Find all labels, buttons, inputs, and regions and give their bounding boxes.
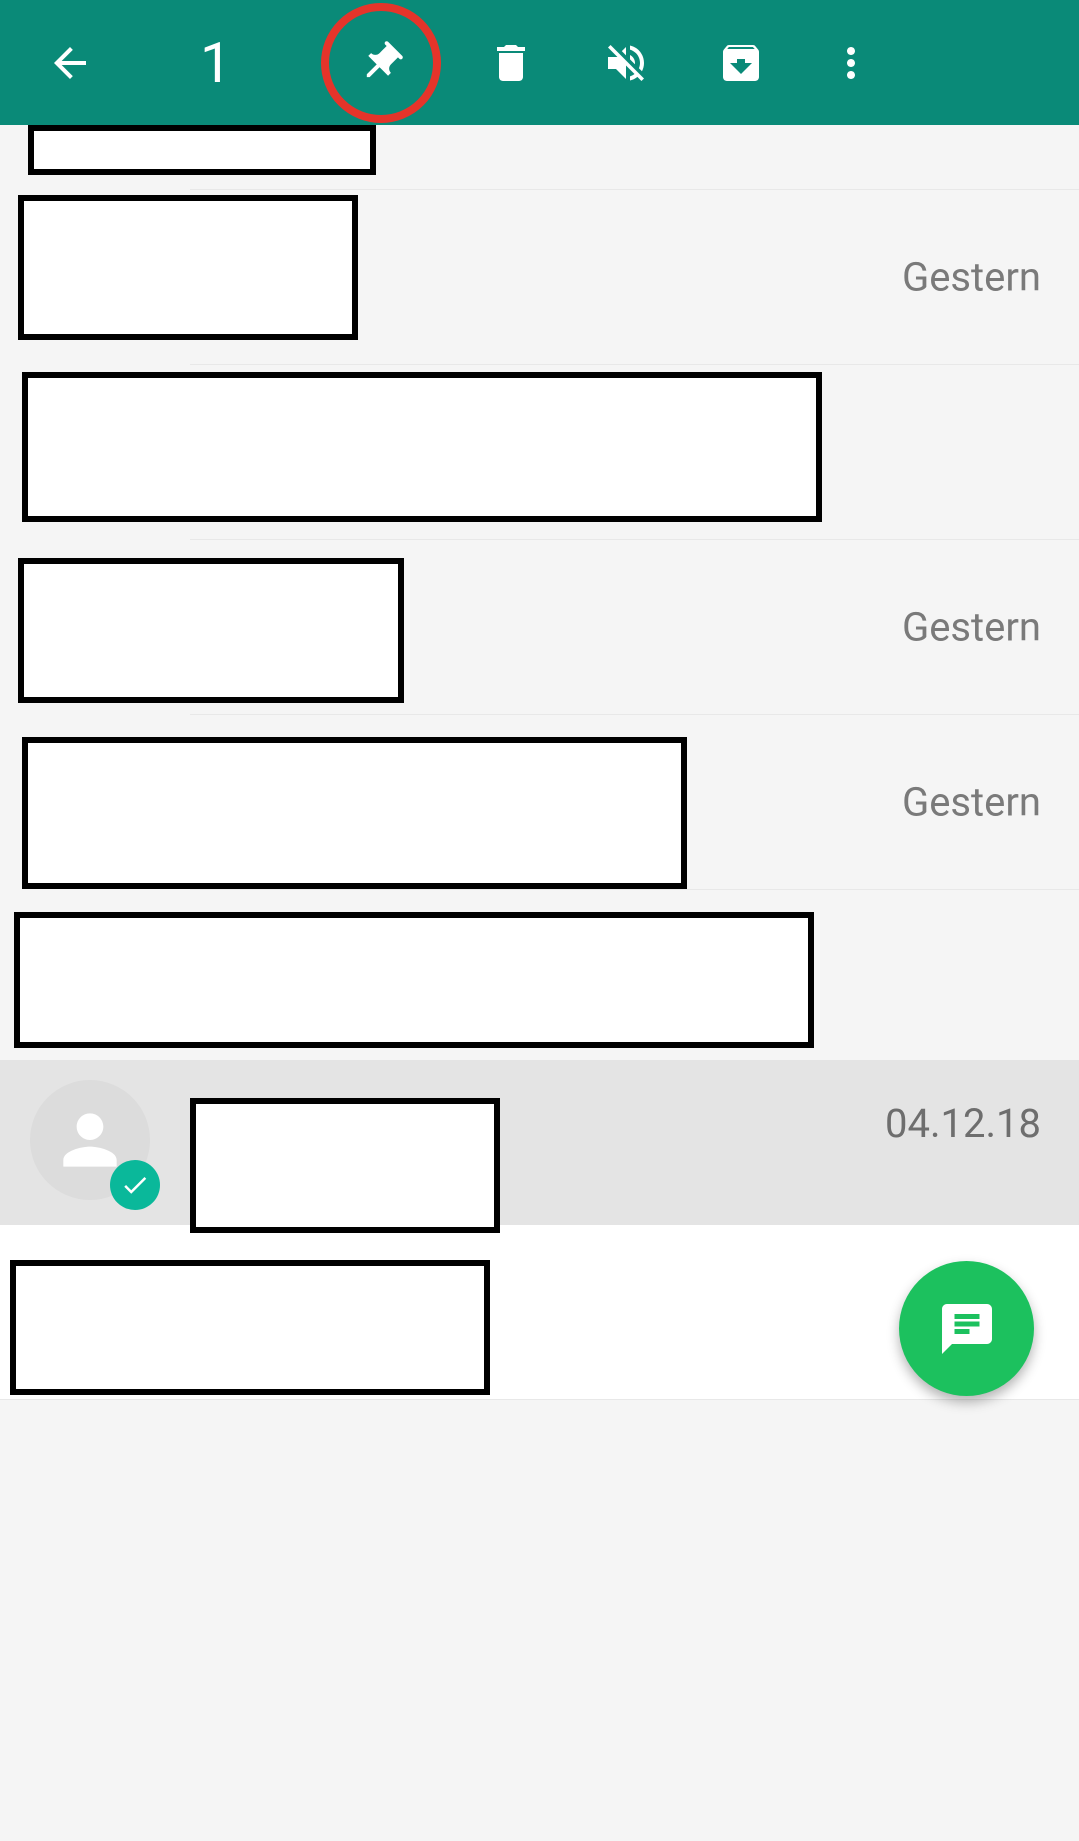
pin-icon: [348, 29, 416, 97]
redaction-box: [18, 195, 358, 340]
chat-date: 04.12.18: [885, 1100, 1041, 1147]
back-arrow-icon: [46, 39, 94, 87]
chat-item-selected[interactable]: 04.12.18: [0, 1060, 1079, 1225]
new-chat-fab[interactable]: [899, 1261, 1034, 1396]
check-icon: [120, 1170, 150, 1200]
pin-button[interactable]: [351, 33, 411, 93]
new-chat-icon: [937, 1299, 997, 1359]
more-vert-icon: [827, 39, 875, 87]
back-button[interactable]: [40, 33, 100, 93]
more-button[interactable]: [821, 33, 881, 93]
redaction-box: [28, 125, 376, 175]
redaction-box: [14, 912, 814, 1048]
mute-icon: [602, 39, 650, 87]
redaction-box: [22, 372, 822, 522]
trash-icon: [487, 39, 535, 87]
mute-button[interactable]: [596, 33, 656, 93]
redaction-box: [18, 558, 404, 703]
selected-count: 1: [200, 30, 231, 96]
archive-button[interactable]: [711, 33, 771, 93]
chat-date: Gestern: [902, 779, 1041, 826]
delete-button[interactable]: [481, 33, 541, 93]
redaction-box: [190, 1098, 500, 1233]
selection-toolbar: 1: [0, 0, 1079, 125]
redaction-box: [10, 1260, 490, 1395]
avatar-wrap: [30, 1080, 155, 1205]
selected-check-badge: [110, 1160, 160, 1210]
archive-icon: [717, 39, 765, 87]
redaction-box: [22, 737, 687, 889]
chat-date: Gestern: [902, 604, 1041, 651]
chat-date: Gestern: [902, 254, 1041, 301]
